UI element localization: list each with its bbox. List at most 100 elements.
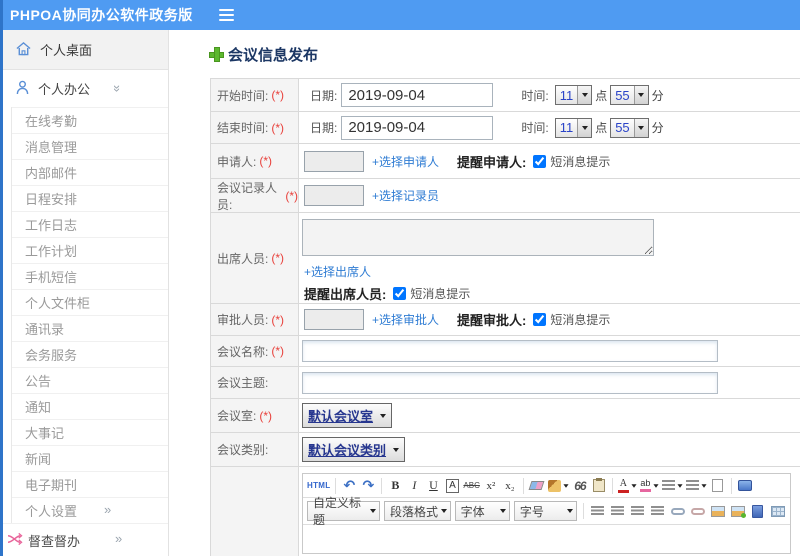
shuffle-icon [7,532,23,549]
sidebar-item-attendance[interactable]: 在线考勤 [12,107,168,133]
select-attendees-link[interactable]: +选择出席人 [304,263,371,280]
sidebar-item-notice[interactable]: 通知 [12,393,168,419]
italic-icon[interactable]: I [406,477,422,494]
recorder-input[interactable] [304,185,364,206]
insert-media-icon[interactable] [750,503,766,520]
custom-title-dropdown[interactable]: 自定义标题 [307,496,381,527]
meeting-name-input[interactable] [302,340,718,362]
align-left-icon[interactable] [590,503,606,520]
select-recorder-link[interactable]: +选择记录员 [372,187,439,204]
sidebar-item-label: 在线考勤 [25,114,78,129]
editor-content-area[interactable] [303,525,790,553]
insert-table-icon[interactable] [770,503,786,520]
bold-icon[interactable]: B [387,477,403,494]
approver-input[interactable] [304,309,364,330]
toolbar-separator [381,477,383,494]
minute-unit: 分 [651,121,664,135]
sidebar-item-label: 个人文件柜 [25,296,91,311]
subscript-icon[interactable]: x₂ [502,477,518,494]
start-minute-select[interactable]: 55 [610,85,649,105]
attendees-textarea[interactable] [302,219,654,256]
unordered-list-icon[interactable] [685,477,707,494]
required-mark: (*) [285,188,298,203]
sidebar-item-office[interactable]: 个人办公 » [3,70,168,107]
meeting-category-select[interactable]: 默认会议类别 [302,437,406,462]
start-date-input[interactable] [341,83,494,107]
sidebar-item-news[interactable]: 新闻 [12,445,168,471]
field-label: 会议室: (*) [211,399,299,432]
date-label: 日期: [310,121,338,135]
align-justify-icon[interactable] [650,503,666,520]
field-label: 审批人员: (*) [211,304,299,335]
insert-image-icon[interactable] [710,503,726,520]
font-border-icon[interactable]: A [446,478,459,493]
align-right-icon[interactable] [630,503,646,520]
home-icon [16,41,31,59]
field-label: 申请人: (*) [211,144,299,178]
chevron-down-icon [633,118,648,137]
sidebar-item-sms[interactable]: 手机短信 [12,263,168,289]
new-page-icon[interactable] [710,477,726,494]
meeting-subject-input[interactable] [302,371,718,394]
paste-icon[interactable] [591,477,607,494]
menu-icon[interactable] [218,9,234,21]
chevron-down-icon [380,413,387,418]
highlight-color-icon[interactable]: ab [640,477,659,494]
strikethrough-icon[interactable]: ABC [463,477,479,494]
align-center-icon[interactable] [610,503,626,520]
sidebar-item-work-log[interactable]: 工作日志 [12,211,168,237]
sidebar-item-events[interactable]: 大事记 [12,419,168,445]
start-hour-select[interactable]: 11 [554,85,593,105]
chevron-down-icon [370,509,377,513]
topbar: PHPOA协同办公软件政务版 [3,0,800,30]
editor-toolbar-row2: 自定义标题 段落格式 字体 字号 [303,496,790,527]
sidebar-item-label: 会务服务 [25,348,78,363]
end-minute-select[interactable]: 55 [610,117,649,138]
html-source-icon[interactable]: HTML [307,477,330,494]
attendees-sms-checkbox[interactable] [393,287,407,300]
sidebar-item-meeting-service[interactable]: 会务服务 [12,341,168,367]
sidebar-item-messages[interactable]: 消息管理 [12,133,168,159]
select-approver-link[interactable]: +选择审批人 [372,311,439,328]
eraser-icon[interactable] [528,477,545,494]
ordered-list-icon[interactable] [661,477,683,494]
approver-sms-checkbox[interactable] [533,313,547,326]
select-applicant-link[interactable]: +选择申请人 [372,153,439,170]
sidebar-item-contacts[interactable]: 通讯录 [12,315,168,341]
end-hour-select[interactable]: 11 [554,117,593,138]
sidebar-item-settings[interactable]: 个人设置 » [12,497,168,523]
fullscreen-icon[interactable] [737,477,753,494]
end-date-input[interactable] [341,115,494,140]
sidebar-item-announcement[interactable]: 公告 [12,367,168,393]
font-size-dropdown[interactable]: 字号 [513,501,578,521]
undo-icon[interactable]: ↶ [341,477,357,494]
toolbar-separator [730,477,732,494]
blockquote-icon[interactable]: 66 [572,477,588,494]
unlink-icon[interactable] [690,503,706,520]
meeting-room-select[interactable]: 默认会议室 [302,403,393,428]
form-row-start-time: 开始时间:(*) 日期: 时间: 11 点 55 分 [211,79,800,112]
link-icon[interactable] [670,503,686,520]
redo-icon[interactable]: ↷ [360,477,376,494]
sidebar-item-label: 工作日志 [25,218,78,233]
editor-toolbar-row1: HTML ↶ ↷ B I U A ABC x² x₂ 66 A ab [303,474,790,498]
sidebar-item-internal-mail[interactable]: 内部邮件 [12,159,168,185]
form-row-approver: 审批人员: (*) +选择审批人 提醒审批人: 短消息提示 [211,304,800,336]
font-color-icon[interactable]: A [618,477,637,494]
format-brush-icon[interactable] [547,477,569,494]
underline-icon[interactable]: U [425,477,441,494]
superscript-icon[interactable]: x² [483,477,499,494]
sidebar-item-label: 公告 [25,374,52,389]
upload-image-icon[interactable] [730,503,746,520]
applicant-input[interactable] [304,150,364,172]
sidebar-item-file-cabinet[interactable]: 个人文件柜 [12,289,168,315]
sidebar-item-schedule[interactable]: 日程安排 [12,185,168,211]
sidebar-item-work-plan[interactable]: 工作计划 [12,237,168,263]
paragraph-format-dropdown[interactable]: 段落格式 [384,501,451,521]
applicant-sms-checkbox[interactable] [533,154,547,168]
field-label: 出席人员: (*) [211,213,299,303]
sidebar-item-e-journal[interactable]: 电子期刊 [12,471,168,497]
sidebar-item-supervise[interactable]: 督查督办 » [3,523,168,556]
sidebar-item-desktop[interactable]: 个人桌面 [3,30,168,70]
font-family-dropdown[interactable]: 字体 [454,501,510,521]
